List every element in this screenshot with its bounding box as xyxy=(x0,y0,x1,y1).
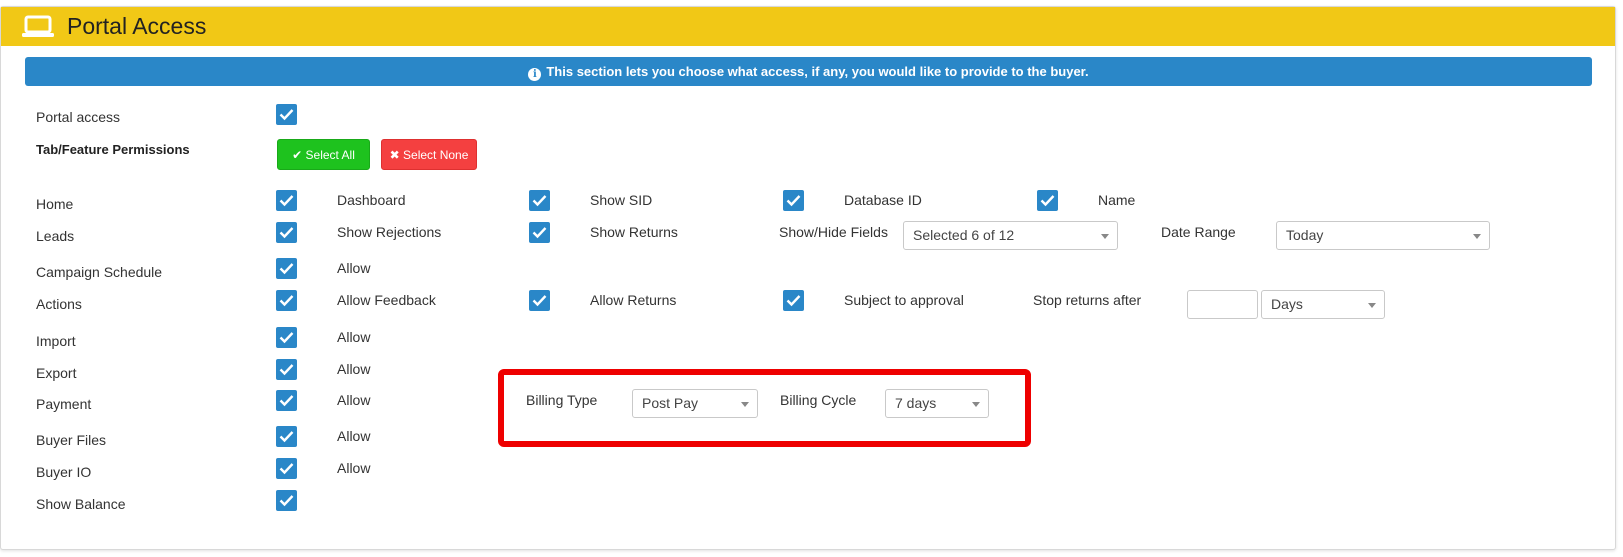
check-icon xyxy=(279,395,294,407)
allow-feedback-checkbox[interactable] xyxy=(529,290,550,311)
show-hide-fields-label: Show/Hide Fields xyxy=(779,224,888,240)
leads-checkbox[interactable] xyxy=(276,222,297,243)
chevron-down-icon xyxy=(1368,303,1376,308)
check-icon xyxy=(279,431,294,443)
export-label: Export xyxy=(36,365,77,381)
select-all-label: Select All xyxy=(305,148,355,162)
export-allow-label: Allow xyxy=(337,361,371,377)
info-text: This section lets you choose what access… xyxy=(546,64,1089,79)
import-label: Import xyxy=(36,333,76,349)
import-checkbox[interactable] xyxy=(276,327,297,348)
page-title: Portal Access xyxy=(67,13,207,39)
check-icon xyxy=(279,364,294,376)
actions-label: Actions xyxy=(36,296,82,312)
portal-access-checkbox[interactable] xyxy=(276,104,297,125)
import-allow-label: Allow xyxy=(337,329,371,345)
chevron-down-icon xyxy=(1101,234,1109,239)
check-icon xyxy=(532,195,547,207)
date-range-select[interactable]: Today xyxy=(1276,221,1490,250)
chevron-down-icon xyxy=(972,402,980,407)
show-sid-checkbox[interactable] xyxy=(783,190,804,211)
select-none-button[interactable]: ✖ Select None xyxy=(381,139,477,170)
stop-returns-unit-value: Days xyxy=(1271,296,1303,312)
show-hide-fields-select[interactable]: Selected 6 of 12 xyxy=(903,221,1118,250)
date-range-label: Date Range xyxy=(1161,224,1236,240)
buyer-io-checkbox[interactable] xyxy=(276,458,297,479)
show-balance-label: Show Balance xyxy=(36,496,126,512)
check-icon xyxy=(279,463,294,475)
subject-to-approval-label: Subject to approval xyxy=(844,292,964,308)
chevron-down-icon xyxy=(741,402,749,407)
buyer-io-allow-label: Allow xyxy=(337,460,371,476)
database-id-checkbox[interactable] xyxy=(1037,190,1058,211)
home-label: Home xyxy=(36,196,74,212)
campaign-schedule-checkbox[interactable] xyxy=(276,258,297,279)
panel-header: Portal Access xyxy=(1,7,1615,46)
check-icon xyxy=(532,227,547,239)
show-sid-label: Show SID xyxy=(590,192,653,208)
billing-cycle-select[interactable]: 7 days xyxy=(885,389,989,418)
home-checkbox[interactable] xyxy=(276,190,297,211)
actions-checkbox[interactable] xyxy=(276,290,297,311)
portal-access-label: Portal access xyxy=(36,109,121,125)
info-icon: i xyxy=(528,68,542,81)
campaign-schedule-label: Campaign Schedule xyxy=(36,264,163,280)
export-checkbox[interactable] xyxy=(276,359,297,380)
portal-access-panel: Portal Access i This section lets you cho… xyxy=(0,6,1616,550)
check-icon xyxy=(279,263,294,275)
check-icon xyxy=(279,109,294,121)
allow-feedback-label: Allow Feedback xyxy=(337,292,436,308)
buyer-files-allow-label: Allow xyxy=(337,428,371,444)
payment-checkbox[interactable] xyxy=(276,390,297,411)
check-icon xyxy=(786,295,801,307)
check-icon xyxy=(532,295,547,307)
info-banner: i This section lets you choose what acces… xyxy=(25,57,1592,86)
select-none-label: Select None xyxy=(403,148,469,162)
billing-type-select[interactable]: Post Pay xyxy=(632,389,758,418)
dashboard-label: Dashboard xyxy=(337,192,406,208)
check-icon xyxy=(279,195,294,207)
stop-returns-label: Stop returns after xyxy=(1033,292,1142,308)
stop-returns-unit-select[interactable]: Days xyxy=(1261,290,1385,319)
check-icon xyxy=(786,195,801,207)
buyer-files-checkbox[interactable] xyxy=(276,426,297,447)
check-icon xyxy=(279,295,294,307)
billing-cycle-value: 7 days xyxy=(895,395,937,411)
laptop-icon xyxy=(22,15,54,37)
buyer-files-label: Buyer Files xyxy=(36,432,107,448)
payment-allow-label: Allow xyxy=(337,392,371,408)
check-icon xyxy=(279,227,294,239)
buyer-io-label: Buyer IO xyxy=(36,464,92,480)
check-icon: ✔ xyxy=(292,148,303,162)
payment-label: Payment xyxy=(36,396,92,412)
select-all-button[interactable]: ✔ Select All xyxy=(277,139,370,170)
dashboard-checkbox[interactable] xyxy=(529,190,550,211)
date-range-value: Today xyxy=(1286,227,1324,243)
show-rejections-checkbox[interactable] xyxy=(529,222,550,243)
chevron-down-icon xyxy=(1473,234,1481,239)
name-label: Name xyxy=(1098,192,1136,208)
show-hide-fields-value: Selected 6 of 12 xyxy=(913,227,1015,243)
close-icon: ✖ xyxy=(389,148,400,162)
check-icon xyxy=(279,495,294,507)
campaign-allow-label: Allow xyxy=(337,260,371,276)
billing-type-value: Post Pay xyxy=(642,395,699,411)
permissions-label: Tab/Feature Permissions xyxy=(36,142,190,157)
billing-cycle-label: Billing Cycle xyxy=(780,392,857,408)
show-balance-checkbox[interactable] xyxy=(276,490,297,511)
check-icon xyxy=(279,332,294,344)
show-returns-label: Show Returns xyxy=(590,224,678,240)
allow-returns-label: Allow Returns xyxy=(590,292,677,308)
billing-type-label: Billing Type xyxy=(526,392,598,408)
check-icon xyxy=(1040,195,1055,207)
stop-returns-input[interactable] xyxy=(1187,290,1258,319)
allow-returns-checkbox[interactable] xyxy=(783,290,804,311)
show-rejections-label: Show Rejections xyxy=(337,224,442,240)
database-id-label: Database ID xyxy=(844,192,922,208)
leads-label: Leads xyxy=(36,228,75,244)
